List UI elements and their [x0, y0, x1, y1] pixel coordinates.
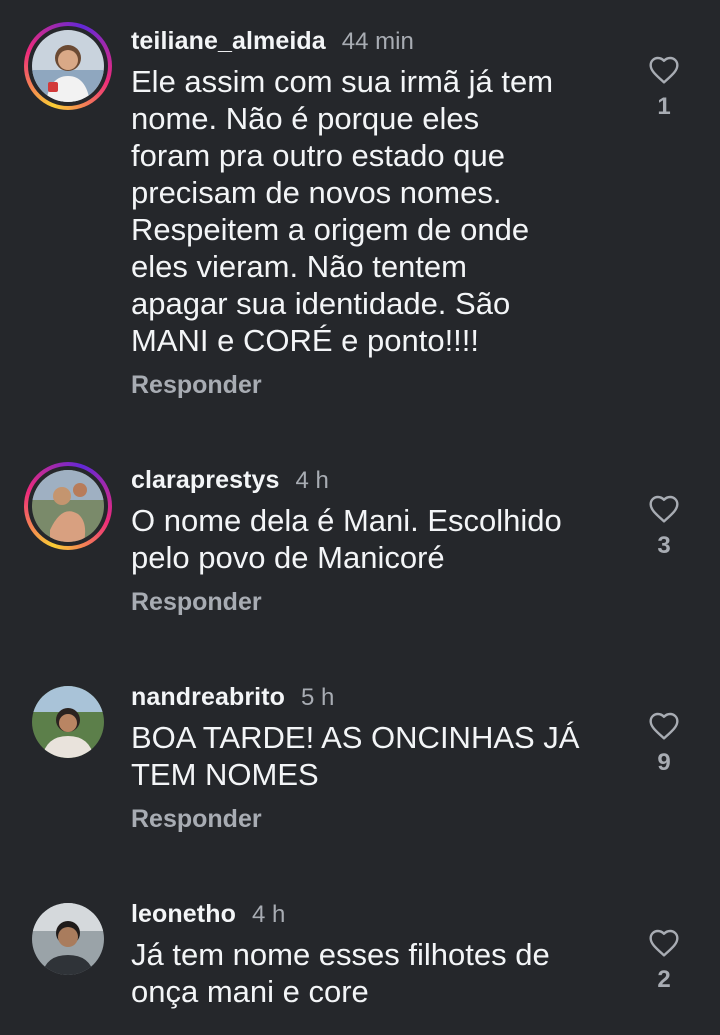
- like-count: 2: [657, 966, 671, 993]
- avatar[interactable]: [32, 903, 104, 975]
- avatar[interactable]: [32, 686, 104, 758]
- comment-text: O nome dela é Mani. Escolhido pelo povo …: [131, 503, 562, 575]
- like-count: 9: [657, 749, 671, 776]
- timestamp: 5 h: [301, 684, 335, 711]
- reply-button[interactable]: Responder: [131, 371, 262, 400]
- heart-outline-icon: [649, 929, 679, 957]
- like-button[interactable]: 3: [644, 494, 684, 560]
- username[interactable]: claraprestys: [131, 466, 280, 495]
- comment-text: Ele assim com sua irmã já tem nome. Não …: [131, 64, 554, 358]
- like-button[interactable]: 2: [644, 928, 684, 994]
- username[interactable]: leonetho: [131, 900, 236, 929]
- username[interactable]: nandreabrito: [131, 683, 285, 712]
- heart-outline-icon: [649, 712, 679, 740]
- avatar-story-ring[interactable]: [24, 462, 112, 550]
- avatar-story-ring[interactable]: [24, 22, 112, 110]
- like-count: 1: [657, 93, 671, 120]
- reply-button[interactable]: Responder: [131, 805, 262, 834]
- comment-text: BOA TARDE! AS ONCINHAS JÁ TEM NOMES: [131, 720, 580, 792]
- like-button[interactable]: 1: [644, 55, 684, 121]
- heart-outline-icon: [649, 56, 679, 84]
- avatar: [32, 470, 104, 542]
- like-count: 3: [657, 532, 671, 559]
- comment-text: Já tem nome esses filhotes de onça mani …: [131, 937, 550, 1009]
- timestamp: 44 min: [341, 28, 414, 55]
- timestamp: 4 h: [295, 467, 329, 494]
- heart-outline-icon: [649, 495, 679, 523]
- like-button[interactable]: 9: [644, 711, 684, 777]
- reply-button[interactable]: Responder: [131, 588, 262, 617]
- comments-screen: teiliane_almeida 44 min Ele assim com su…: [0, 0, 720, 1035]
- username[interactable]: teiliane_almeida: [131, 27, 326, 56]
- avatar: [32, 30, 104, 102]
- timestamp: 4 h: [251, 901, 286, 928]
